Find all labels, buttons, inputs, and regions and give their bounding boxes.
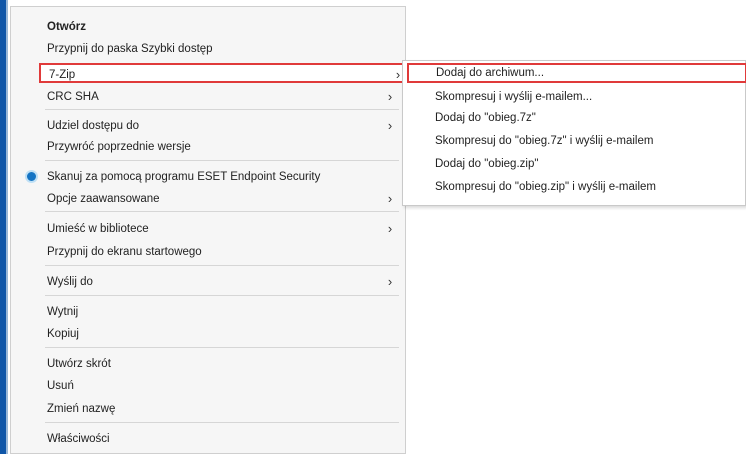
menu-item-7zip[interactable]: 7-Zip › — [39, 63, 409, 83]
chevron-right-icon: › — [387, 221, 393, 236]
chevron-right-icon: › — [387, 274, 393, 289]
menu-item-eset-scan[interactable]: Skanuj za pomocą programu ESET Endpoint … — [25, 167, 399, 187]
submenu-item-add-zip[interactable]: Dodaj do "obieg.zip" — [435, 154, 735, 174]
menu-item-label: Właściwości — [47, 433, 110, 445]
eset-icon — [25, 170, 38, 183]
menu-item-copy[interactable]: Kopiuj — [35, 324, 399, 344]
menu-item-delete[interactable]: Usuń — [35, 376, 399, 396]
submenu-item-compress-email[interactable]: Skompresuj i wyślij e-mailem... — [435, 87, 735, 107]
menu-item-label: 7-Zip — [49, 69, 76, 81]
menu-item-label: Udziel dostępu do — [47, 120, 140, 132]
menu-item-restore-versions[interactable]: Przywróć poprzednie wersje — [35, 137, 399, 157]
menu-item-label: Usuń — [47, 380, 74, 392]
menu-item-rename[interactable]: Zmień nazwę — [35, 399, 399, 419]
menu-item-pin-start[interactable]: Przypnij do ekranu startowego — [35, 242, 399, 262]
menu-item-send-to[interactable]: Wyślij do › — [35, 272, 399, 292]
menu-item-label: Skanuj za pomocą programu ESET Endpoint … — [47, 171, 321, 183]
submenu-item-label: Dodaj do archiwum... — [436, 67, 545, 79]
submenu-item-add-7z[interactable]: Dodaj do "obieg.7z" — [435, 108, 735, 128]
menu-item-cut[interactable]: Wytnij — [35, 302, 399, 322]
menu-separator — [45, 211, 399, 212]
menu-item-label: Wyślij do — [47, 276, 93, 288]
menu-item-label: Otwórz — [47, 21, 86, 33]
submenu-item-label: Skompresuj i wyślij e-mailem... — [435, 91, 593, 103]
menu-separator — [45, 160, 399, 161]
menu-item-crc-sha[interactable]: CRC SHA › — [35, 87, 399, 107]
submenu-item-label: Skompresuj do "obieg.zip" i wyślij e-mai… — [435, 181, 656, 193]
menu-separator — [45, 347, 399, 348]
chevron-right-icon: › — [387, 118, 393, 133]
menu-item-advanced-options[interactable]: Opcje zaawansowane › — [35, 189, 399, 209]
menu-separator — [45, 295, 399, 296]
submenu-item-label: Skompresuj do "obieg.7z" i wyślij e-mail… — [435, 135, 654, 147]
submenu-item-label: Dodaj do "obieg.7z" — [435, 112, 536, 124]
menu-item-label: Przypnij do ekranu startowego — [47, 246, 202, 258]
menu-item-label: Kopiuj — [47, 328, 79, 340]
menu-item-open[interactable]: Otwórz — [35, 17, 399, 37]
menu-item-label: Zmień nazwę — [47, 403, 116, 415]
menu-item-label: Opcje zaawansowane — [47, 193, 160, 205]
menu-separator — [45, 109, 399, 110]
menu-separator — [45, 265, 399, 266]
menu-item-label: Utwórz skrót — [47, 358, 111, 370]
menu-separator — [45, 422, 399, 423]
chevron-right-icon: › — [387, 89, 393, 104]
menu-item-properties[interactable]: Właściwości — [35, 429, 399, 449]
submenu-item-add-to-archive[interactable]: Dodaj do archiwum... — [407, 63, 746, 83]
submenu-item-compress-7z-email[interactable]: Skompresuj do "obieg.7z" i wyślij e-mail… — [435, 131, 735, 151]
menu-item-label: Umieść w bibliotece — [47, 223, 149, 235]
window-frame-edge-inner — [6, 0, 8, 454]
menu-item-share-access[interactable]: Udziel dostępu do › — [35, 116, 399, 136]
menu-item-label: Przywróć poprzednie wersje — [47, 141, 191, 153]
submenu-item-compress-zip-email[interactable]: Skompresuj do "obieg.zip" i wyślij e-mai… — [435, 177, 735, 197]
menu-item-label: Wytnij — [47, 306, 79, 318]
menu-item-include-library[interactable]: Umieść w bibliotece › — [35, 219, 399, 239]
menu-item-label: Przypnij do paska Szybki dostęp — [47, 43, 213, 55]
submenu-item-label: Dodaj do "obieg.zip" — [435, 158, 539, 170]
menu-item-label: CRC SHA — [47, 91, 99, 103]
menu-item-create-shortcut[interactable]: Utwórz skrót — [35, 354, 399, 374]
chevron-right-icon: › — [387, 191, 393, 206]
context-menu: Otwórz Przypnij do paska Szybki dostęp 7… — [10, 6, 409, 454]
submenu-7zip: Dodaj do archiwum... Skompresuj i wyślij… — [402, 60, 746, 206]
menu-item-pin-quick-access[interactable]: Przypnij do paska Szybki dostęp — [35, 39, 399, 59]
